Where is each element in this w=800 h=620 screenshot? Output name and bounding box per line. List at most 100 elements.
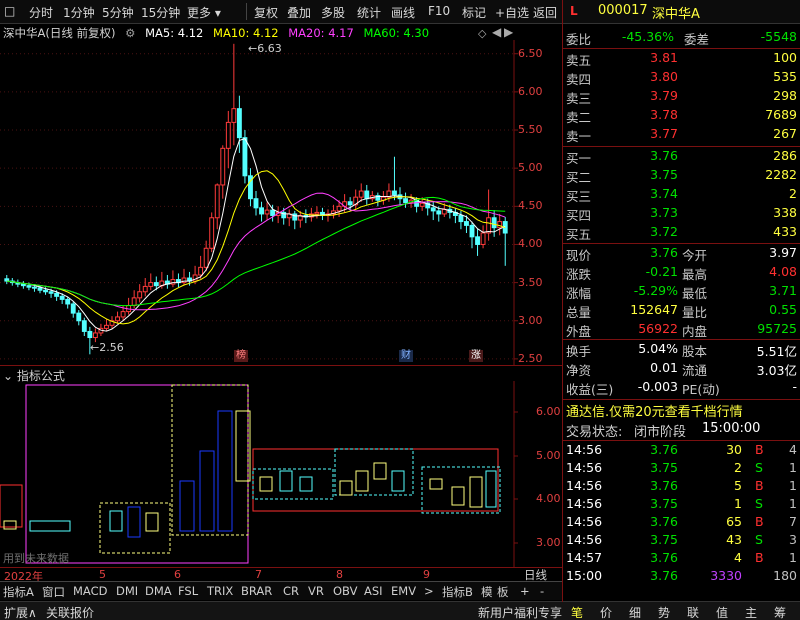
bid-level-row[interactable]: 买三 3.74 2: [562, 186, 800, 205]
tab-intraday[interactable]: 分时: [29, 4, 53, 21]
fundamental-row[interactable]: 收益(三) -0.003 PE(动) -: [562, 379, 800, 398]
tab-obv[interactable]: OBV: [333, 584, 357, 598]
bid-level-row[interactable]: 买二 3.75 2282: [562, 167, 800, 186]
tab-asi[interactable]: ASI: [364, 584, 383, 598]
ask-level-row[interactable]: 卖五 3.81 100: [562, 50, 800, 69]
overlay-button[interactable]: 叠加: [287, 4, 311, 21]
tick-row[interactable]: 14:56 3.75 43 S 3: [562, 532, 800, 551]
tab-more[interactable]: 更多 ▾: [187, 4, 221, 21]
tab-price[interactable]: 价: [600, 604, 612, 620]
tick-row[interactable]: 14:57 3.76 4 B 1: [562, 550, 800, 569]
tab-indicator-a[interactable]: 指标A: [3, 584, 34, 600]
ask-level-row[interactable]: 卖三 3.79 298: [562, 88, 800, 107]
chart-prev-icon[interactable]: ◀: [492, 25, 501, 39]
bid-level-row[interactable]: 买四 3.73 338: [562, 205, 800, 224]
tab-emv[interactable]: EMV: [391, 584, 416, 598]
tab-cr[interactable]: CR: [283, 584, 299, 598]
tick-price: 3.76: [650, 442, 678, 457]
statistics-button[interactable]: 统计: [357, 4, 381, 21]
tab-main[interactable]: 主: [745, 604, 757, 620]
tab-board[interactable]: 板: [497, 584, 509, 600]
tab-chips[interactable]: 筹: [774, 604, 786, 620]
draw-line-button[interactable]: 画线: [391, 4, 415, 21]
bid-level-row[interactable]: 买五 3.72 433: [562, 224, 800, 243]
tab-15min[interactable]: 15分钟: [141, 4, 180, 21]
bid-volume: 2282: [765, 167, 797, 182]
chart-next-icon[interactable]: ▶: [504, 25, 513, 39]
tab-trades[interactable]: 笔: [571, 604, 583, 620]
tab-5min[interactable]: 5分钟: [102, 4, 134, 21]
tab-trend[interactable]: 势: [658, 604, 670, 620]
related-quote-button[interactable]: 关联报价: [46, 604, 94, 620]
ma10-label: MA10: 4.12: [213, 26, 279, 40]
candle-body: [59, 295, 65, 300]
indicator-chart[interactable]: [0, 381, 562, 567]
deep-quote-ad[interactable]: 通达信.仅需20元查看千档行情: [562, 401, 800, 420]
tick-row[interactable]: 14:56 3.75 2 S 1: [562, 460, 800, 479]
tab-value[interactable]: 值: [716, 604, 728, 620]
event-marker-cai[interactable]: 财: [399, 350, 413, 362]
multi-stock-button[interactable]: 多股: [321, 4, 345, 21]
tab-1min[interactable]: 1分钟: [63, 4, 95, 21]
tab-trix[interactable]: TRIX: [207, 584, 233, 598]
candle-body: [480, 232, 486, 245]
toolbar-square-icon[interactable]: □: [4, 4, 15, 18]
indicator-box: [252, 468, 334, 500]
back-button[interactable]: 返回: [533, 4, 557, 21]
tick-row[interactable]: 14:56 3.76 5 B 1: [562, 478, 800, 497]
candle-body: [236, 108, 242, 139]
quote-stat-row[interactable]: 现价 3.76 今开 3.97: [562, 245, 800, 264]
tick-row[interactable]: 14:56 3.76 30 B 4: [562, 442, 800, 461]
indicator-box: [252, 448, 499, 512]
bid-volume: 286: [773, 148, 797, 163]
mark-button[interactable]: 标记: [462, 4, 486, 21]
remove-pane-button[interactable]: -: [540, 584, 544, 598]
settings-gear-icon[interactable]: ⚙: [125, 26, 135, 40]
quote-stat-row[interactable]: 涨跌 -0.21 最高 4.08: [562, 264, 800, 283]
tick-row[interactable]: 14:56 3.75 1 S 1: [562, 496, 800, 515]
add-pane-button[interactable]: +: [520, 584, 530, 598]
ma5-label: MA5: 4.12: [145, 26, 204, 40]
candle-body: [497, 221, 503, 229]
tab-fsl[interactable]: FSL: [178, 584, 198, 598]
f10-button[interactable]: F10: [428, 4, 450, 18]
new-user-promo-link[interactable]: 新用户福利专享: [478, 604, 562, 620]
ma60-label: MA60: 4.30: [363, 26, 430, 40]
candle-body: [104, 324, 109, 329]
tab-linked[interactable]: 联: [687, 604, 699, 620]
event-marker-zhang[interactable]: 涨: [469, 350, 483, 362]
tick-time: 14:56: [566, 514, 603, 529]
event-marker-bang[interactable]: 榜: [234, 350, 248, 362]
tab-template[interactable]: 模: [481, 584, 493, 600]
expand-button[interactable]: 扩展∧: [4, 604, 37, 620]
tab-indicator-b[interactable]: 指标B: [442, 584, 473, 600]
add-watchlist-button[interactable]: +自选: [495, 4, 529, 21]
tick-row[interactable]: 15:00 3.76 3330 180: [562, 568, 800, 587]
candle-body: [358, 190, 364, 198]
fundamental-row[interactable]: 净资 0.01 流通 3.03亿: [562, 360, 800, 379]
chart-toggle-icon[interactable]: ◇: [478, 27, 486, 40]
ask-level-row[interactable]: 卖一 3.77 267: [562, 126, 800, 145]
tab-brar[interactable]: BRAR: [241, 584, 272, 598]
tabs-scroll-right[interactable]: >: [424, 584, 434, 598]
chart-title: 深中华A(日线 前复权): [3, 26, 116, 40]
ask-level-row[interactable]: 卖四 3.80 535: [562, 69, 800, 88]
period-daily-label[interactable]: 日线: [524, 567, 547, 583]
tab-dma[interactable]: DMA: [145, 584, 172, 598]
tick-row[interactable]: 14:56 3.76 65 B 7: [562, 514, 800, 533]
quote-stat-row[interactable]: 涨幅 -5.29% 最低 3.71: [562, 283, 800, 302]
tab-window[interactable]: 窗口: [42, 584, 65, 600]
adjust-button[interactable]: 复权: [254, 4, 278, 21]
ask-level-row[interactable]: 卖二 3.78 7689: [562, 107, 800, 126]
fundamental-row[interactable]: 换手 5.04% 股本 5.51亿: [562, 341, 800, 360]
stat-label: 总量: [566, 305, 592, 320]
tab-dmi[interactable]: DMI: [116, 584, 138, 598]
quote-stat-row[interactable]: 外盘 56922 内盘 95725: [562, 321, 800, 340]
quote-stat-row[interactable]: 总量 152647 量比 0.55: [562, 302, 800, 321]
tab-macd[interactable]: MACD: [73, 584, 107, 598]
fund-label: 股本: [682, 344, 708, 359]
tab-detail[interactable]: 细: [629, 604, 641, 620]
bid-level-row[interactable]: 买一 3.76 286: [562, 148, 800, 167]
tab-vr[interactable]: VR: [308, 584, 324, 598]
candlestick-chart[interactable]: [0, 40, 562, 365]
